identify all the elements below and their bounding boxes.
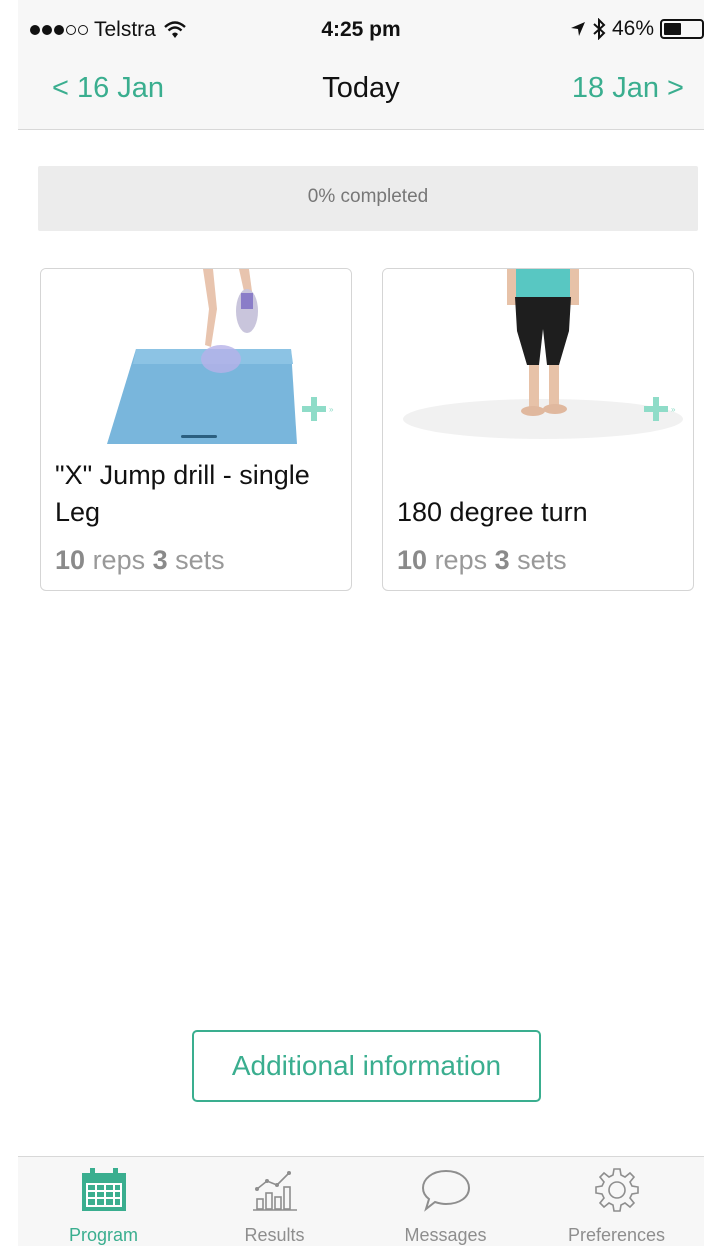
svg-text:»: » (329, 405, 334, 414)
exercise-reps-sets: 10 reps 3 sets (397, 545, 567, 575)
next-day-button[interactable]: 18 Jan > (572, 72, 684, 105)
exercise-title: "X" Jump drill - single Leg (55, 460, 310, 527)
date-nav-bar: < 16 Jan Today 18 Jan > (18, 56, 704, 130)
calendar-icon (81, 1168, 126, 1211)
tab-label: Preferences (567, 1225, 666, 1245)
speech-bubble-icon (421, 1169, 470, 1212)
exercise-thumbnail: » (383, 269, 693, 444)
additional-information-button[interactable]: Additional information (192, 1030, 541, 1102)
tab-label: Results (244, 1225, 305, 1245)
battery-percent: 46% (611, 17, 654, 40)
gear-icon (594, 1168, 639, 1212)
tab-results[interactable]: Results (189, 1157, 360, 1246)
completion-progress-bar: 0% completed (38, 166, 698, 231)
svg-text:»: » (671, 405, 676, 414)
progress-label: 0% completed (307, 186, 429, 207)
battery-level (664, 23, 681, 35)
tab-preferences[interactable]: Preferences (531, 1157, 702, 1246)
status-bar: Telstra 4:25 pm 46% (18, 0, 704, 56)
tab-messages[interactable]: Messages (360, 1157, 531, 1246)
exercise-title: 180 degree turn (397, 497, 588, 527)
tab-bar: Program Results Messages Preferences (18, 1156, 704, 1246)
exercise-thumbnail: » (41, 269, 351, 444)
tab-label: Program (68, 1225, 139, 1245)
tab-program[interactable]: Program (18, 1157, 189, 1246)
exercise-reps-sets: 10 reps 3 sets (55, 545, 225, 575)
location-arrow-icon (570, 22, 585, 36)
exercise-card[interactable]: » "X" Jump drill - single Leg 10 reps 3 … (40, 268, 352, 591)
status-right: 46% (570, 17, 704, 41)
bluetooth-icon (593, 18, 606, 40)
app-screen: Telstra 4:25 pm 46% < 16 Jan Today 18 Ja… (18, 0, 704, 1246)
tab-label: Messages (404, 1225, 487, 1245)
chart-icon (252, 1171, 297, 1211)
exercise-card[interactable]: » 180 degree turn 10 reps 3 sets (382, 268, 694, 591)
battery-icon (660, 19, 704, 39)
